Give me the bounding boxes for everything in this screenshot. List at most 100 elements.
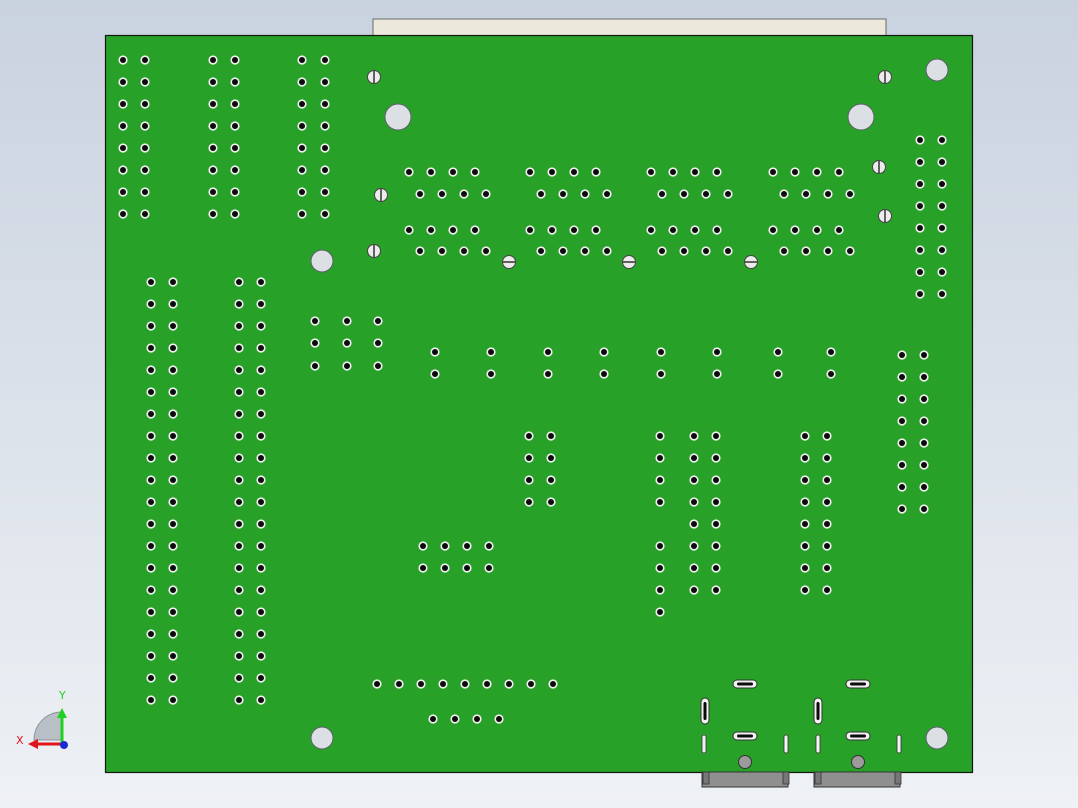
drill-hole: [802, 587, 808, 593]
drill-hole: [232, 123, 238, 129]
drill-hole: [713, 565, 719, 571]
drill-hole: [142, 79, 148, 85]
drill-hole: [170, 521, 176, 527]
drill-hole: [472, 169, 478, 175]
connector-post: [738, 755, 752, 769]
drill-hole: [120, 189, 126, 195]
drill-hole: [440, 681, 446, 687]
drill-hole: [258, 609, 264, 615]
cad-viewport[interactable]: X Y: [0, 0, 1078, 808]
drill-hole: [714, 227, 720, 233]
drill-hole: [691, 565, 697, 571]
drill-hole: [396, 681, 402, 687]
connector-tab: [702, 771, 710, 785]
drill-hole: [659, 248, 665, 254]
slot-drill: [850, 734, 866, 738]
drill-hole: [670, 169, 676, 175]
drill-hole: [236, 499, 242, 505]
drill-hole: [703, 191, 709, 197]
drill-hole: [648, 227, 654, 233]
drill-hole: [528, 681, 534, 687]
drill-hole: [781, 248, 787, 254]
drill-hole: [170, 543, 176, 549]
drill-hole: [775, 349, 781, 355]
drill-hole: [549, 227, 555, 233]
drill-hole: [170, 631, 176, 637]
drill-hole: [322, 211, 328, 217]
drill-hole: [299, 145, 305, 151]
drill-hole: [939, 247, 945, 253]
drill-hole: [917, 269, 923, 275]
drill-hole: [148, 653, 154, 659]
drill-hole: [120, 123, 126, 129]
drill-hole: [170, 367, 176, 373]
drill-hole: [439, 191, 445, 197]
drill-hole: [120, 211, 126, 217]
drill-hole: [258, 697, 264, 703]
drill-hole: [148, 521, 154, 527]
drill-hole: [472, 227, 478, 233]
drill-hole: [828, 371, 834, 377]
drill-hole: [210, 145, 216, 151]
drill-hole: [299, 79, 305, 85]
drill-hole: [258, 323, 264, 329]
drill-hole: [526, 499, 532, 505]
drill-hole: [170, 389, 176, 395]
drill-hole: [406, 227, 412, 233]
drill-hole: [571, 227, 577, 233]
drill-hole: [170, 675, 176, 681]
drill-hole: [488, 371, 494, 377]
drill-hole: [939, 181, 945, 187]
drill-hole: [322, 189, 328, 195]
drill-hole: [526, 433, 532, 439]
drill-hole: [802, 565, 808, 571]
mounting-hole: [384, 103, 412, 131]
drill-hole: [258, 521, 264, 527]
drill-hole: [582, 248, 588, 254]
mounting-hole: [925, 726, 949, 750]
drill-hole: [258, 389, 264, 395]
drill-hole: [474, 716, 480, 722]
drill-hole: [258, 653, 264, 659]
drill-hole: [170, 411, 176, 417]
drill-hole: [148, 477, 154, 483]
drill-hole: [917, 203, 923, 209]
drill-hole: [170, 301, 176, 307]
drill-hole: [210, 101, 216, 107]
drill-hole: [236, 367, 242, 373]
drill-hole: [374, 681, 380, 687]
drill-hole: [210, 123, 216, 129]
drill-hole: [258, 477, 264, 483]
drill-hole: [601, 371, 607, 377]
drill-hole: [344, 318, 350, 324]
drill-hole: [692, 227, 698, 233]
drill-hole: [548, 455, 554, 461]
drill-hole: [312, 340, 318, 346]
drill-hole: [917, 247, 923, 253]
drill-hole: [148, 411, 154, 417]
drill-hole: [148, 565, 154, 571]
connector-post: [851, 755, 865, 769]
drill-hole: [232, 167, 238, 173]
drill-hole: [921, 506, 927, 512]
mounting-hole: [310, 249, 334, 273]
drill-hole: [258, 543, 264, 549]
drill-hole: [921, 418, 927, 424]
drill-hole: [236, 477, 242, 483]
drill-hole: [770, 169, 776, 175]
drill-hole: [921, 396, 927, 402]
drill-hole: [921, 462, 927, 468]
drill-hole: [657, 499, 663, 505]
drill-hole: [691, 543, 697, 549]
drill-hole: [432, 371, 438, 377]
drill-hole: [170, 587, 176, 593]
drill-hole: [824, 477, 830, 483]
drill-hole: [824, 455, 830, 461]
drill-hole: [802, 477, 808, 483]
drill-hole: [236, 697, 242, 703]
drill-hole: [792, 169, 798, 175]
drill-hole: [148, 389, 154, 395]
drill-hole: [648, 169, 654, 175]
drill-hole: [604, 248, 610, 254]
drill-hole: [420, 565, 426, 571]
